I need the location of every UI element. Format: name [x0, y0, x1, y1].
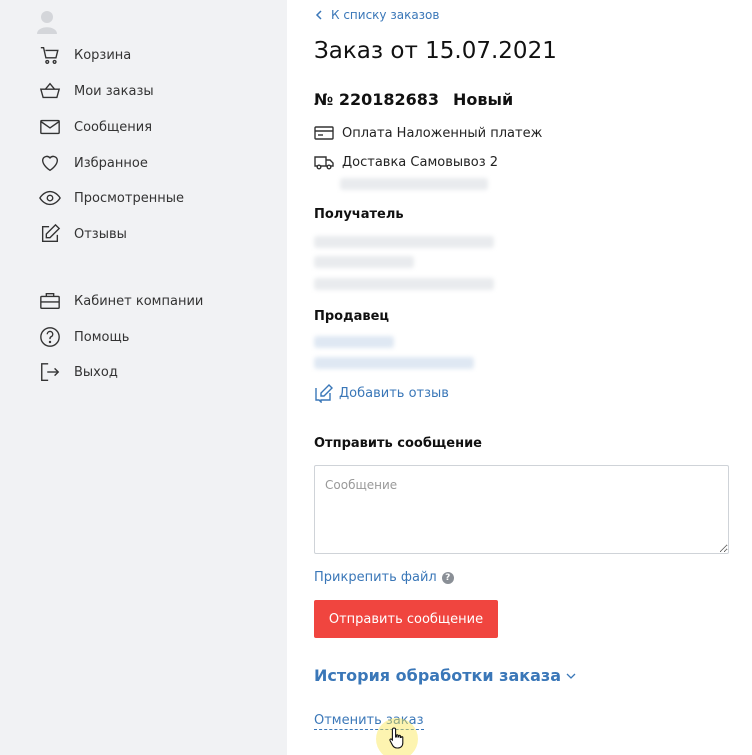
- sidebar-item-label: Кабинет компании: [74, 293, 204, 309]
- cart-icon: [38, 43, 62, 67]
- order-number: № 220182683: [314, 90, 440, 109]
- attach-file-link[interactable]: Прикрепить файл ?: [314, 570, 454, 585]
- sidebar-item-company-cabinet[interactable]: Кабинет компании: [38, 289, 203, 313]
- sidebar-item-reviews[interactable]: Отзывы: [38, 222, 127, 246]
- blurred-recipient-name: [314, 236, 494, 248]
- heart-icon: [38, 151, 62, 175]
- edit-icon: [38, 222, 62, 246]
- review-edit-icon: [315, 384, 333, 403]
- sidebar-item-messages[interactable]: Сообщения: [38, 115, 152, 139]
- delivery-row: Доставка Самовывоз 2: [314, 154, 498, 170]
- sidebar-item-label: Корзина: [74, 47, 132, 63]
- eye-icon: [38, 186, 62, 210]
- sidebar-item-label: Выход: [74, 364, 118, 380]
- basket-icon: [38, 79, 62, 103]
- logout-icon: [38, 360, 62, 384]
- question-icon: [38, 325, 62, 349]
- card-icon: [314, 126, 334, 140]
- briefcase-icon: [38, 289, 62, 313]
- sidebar-item-cart[interactable]: Корзина: [38, 43, 131, 67]
- add-review-label: Добавить отзыв: [339, 385, 449, 401]
- truck-icon: [314, 156, 334, 170]
- sidebar-item-label: Отзывы: [74, 226, 127, 242]
- sidebar-item-label: Сообщения: [74, 119, 153, 135]
- sidebar-item-label: Просмотренные: [74, 190, 184, 206]
- blurred-recipient-phone: [314, 256, 414, 268]
- order-status: Новый: [453, 90, 514, 109]
- sidebar-item-orders[interactable]: Мои заказы: [38, 79, 154, 103]
- order-history-label: История обработки заказа: [314, 666, 561, 685]
- sidebar: Корзина Мои заказы Сообщения Избранное П…: [0, 0, 287, 755]
- payment-text: Оплата Наложенный платеж: [342, 125, 543, 141]
- hand-cursor-icon: [389, 727, 404, 749]
- recipient-label: Получатель: [314, 207, 404, 222]
- help-icon[interactable]: ?: [441, 571, 454, 584]
- sidebar-item-label: Помощь: [74, 329, 130, 345]
- order-history-toggle[interactable]: История обработки заказа: [314, 666, 576, 685]
- sidebar-item-label: Мои заказы: [74, 83, 154, 99]
- envelope-icon: [38, 115, 62, 139]
- blurred-seller-name[interactable]: [314, 336, 394, 348]
- delivery-text: Доставка Самовывоз 2: [342, 154, 499, 170]
- user-icon: [37, 11, 57, 34]
- sidebar-item-help[interactable]: Помощь: [38, 325, 129, 349]
- attach-file-label: Прикрепить файл: [314, 570, 437, 585]
- add-review-link[interactable]: Добавить отзыв: [314, 383, 449, 403]
- sidebar-item-logout[interactable]: Выход: [38, 360, 118, 384]
- sidebar-item-viewed[interactable]: Просмотренные: [38, 186, 184, 210]
- order-number-line: № 220182683 Новый: [314, 90, 513, 109]
- avatar[interactable]: [36, 10, 58, 34]
- back-to-orders-link[interactable]: К списку заказов: [314, 8, 439, 22]
- page-title: Заказ от 15.07.2021: [314, 38, 557, 64]
- send-message-heading: Отправить сообщение: [314, 436, 483, 451]
- blurred-address: [340, 178, 488, 190]
- blurred-seller-contact[interactable]: [314, 357, 474, 369]
- send-message-button[interactable]: Отправить сообщение: [314, 600, 498, 638]
- payment-row: Оплата Наложенный платеж: [314, 125, 542, 141]
- blurred-recipient-email: [314, 278, 494, 290]
- message-textarea[interactable]: [314, 465, 729, 554]
- sidebar-item-label: Избранное: [74, 155, 148, 171]
- chevron-down-icon: [566, 673, 576, 679]
- seller-label: Продавец: [314, 309, 390, 324]
- back-link-label: К списку заказов: [331, 8, 440, 22]
- chevron-left-icon: [315, 10, 322, 20]
- sidebar-item-favorites[interactable]: Избранное: [38, 151, 148, 175]
